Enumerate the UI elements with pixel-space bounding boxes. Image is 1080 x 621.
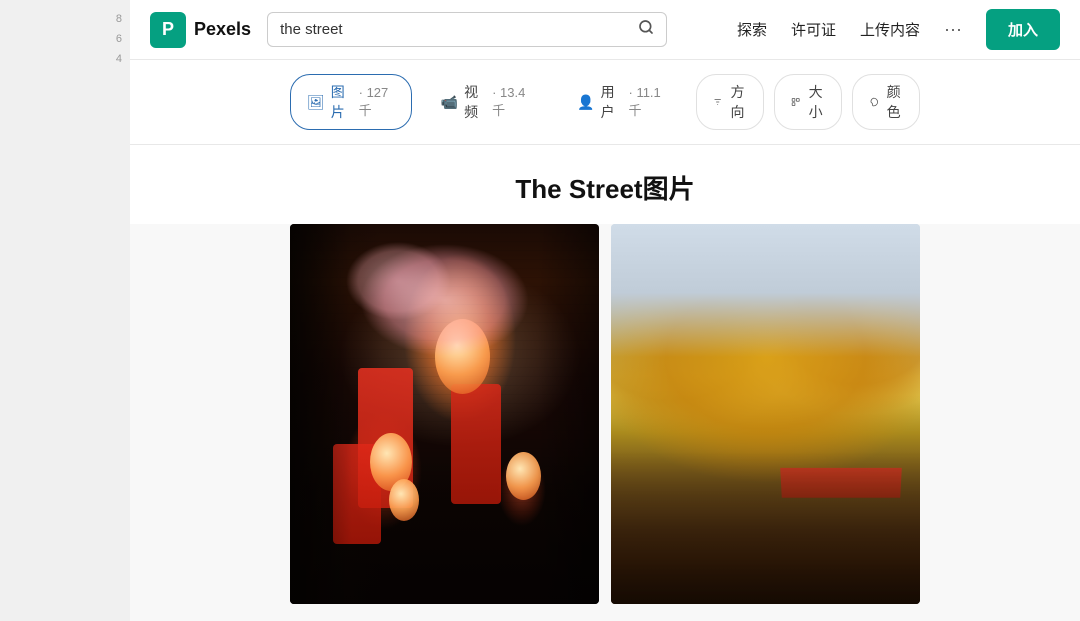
logo-text: Pexels xyxy=(194,19,251,40)
lantern-4 xyxy=(389,479,419,521)
line-number-8: 8 xyxy=(116,10,130,28)
color-label: 颜色 xyxy=(884,82,903,122)
logo-icon: P xyxy=(150,12,186,48)
tab-videos-count: · 13.4 千 xyxy=(492,85,531,119)
nav-explore[interactable]: 探索 xyxy=(737,19,767,40)
lantern-2 xyxy=(370,433,412,491)
tab-users-count: · 11.1 千 xyxy=(629,85,667,119)
tab-videos[interactable]: 📹 视频 · 13.4 千 xyxy=(424,74,548,130)
image-card-japan[interactable] xyxy=(290,224,599,604)
nav-upload[interactable]: 上传内容 xyxy=(860,19,920,40)
image-card-autumn[interactable] xyxy=(611,224,920,604)
search-bar[interactable] xyxy=(267,12,667,47)
japan-street-image xyxy=(290,224,599,604)
direction-label: 方向 xyxy=(728,82,747,122)
nav-more[interactable]: ··· xyxy=(944,19,962,40)
tab-images[interactable]: 🖼 图片 · 127 千 xyxy=(290,74,412,130)
filter-right: 方向 大小 颜色 xyxy=(696,74,920,130)
nav-links: 探索 许可证 上传内容 ··· 加入 xyxy=(737,9,1060,50)
search-input[interactable] xyxy=(280,21,638,38)
line-number-6: 6 xyxy=(116,30,130,48)
video-icon: 📹 xyxy=(441,94,458,111)
red-sign-1 xyxy=(358,368,413,508)
sidebar-numbers: 8 6 4 xyxy=(0,0,130,621)
nav-license[interactable]: 许可证 xyxy=(791,19,836,40)
lantern-3 xyxy=(506,452,541,500)
size-filter-button[interactable]: 大小 xyxy=(774,74,842,130)
autumn-roof xyxy=(780,467,902,497)
tab-users[interactable]: 👤 用户 · 11.1 千 xyxy=(560,74,684,130)
image-grid xyxy=(130,224,1080,604)
tab-users-label: 用户 xyxy=(601,82,623,122)
tab-images-label: 图片 xyxy=(331,82,353,122)
size-label: 大小 xyxy=(806,82,825,122)
page-title-area: The Street图片 xyxy=(130,145,1080,224)
tab-images-count: · 127 千 xyxy=(359,85,395,119)
page-title: The Street图片 xyxy=(130,169,1080,206)
user-icon: 👤 xyxy=(577,94,594,111)
filter-bar: 🖼 图片 · 127 千 📹 视频 · 13.4 千 👤 用户 · 11.1 千 xyxy=(130,60,1080,145)
search-button[interactable] xyxy=(638,19,654,40)
join-button[interactable]: 加入 xyxy=(986,9,1060,50)
lantern-1 xyxy=(435,319,490,394)
navbar: P Pexels 探索 许可证 上传内容 ··· 加入 xyxy=(130,0,1080,60)
image-column-left xyxy=(290,224,599,604)
images-icon: 🖼 xyxy=(307,94,325,111)
logo-area[interactable]: P Pexels xyxy=(150,12,251,48)
direction-filter-button[interactable]: 方向 xyxy=(696,74,764,130)
line-number-4: 4 xyxy=(116,50,130,68)
red-sign-3 xyxy=(333,444,381,544)
color-filter-button[interactable]: 颜色 xyxy=(852,74,920,130)
tab-videos-label: 视频 xyxy=(464,82,486,122)
image-column-right xyxy=(611,224,920,604)
autumn-trees-image xyxy=(611,224,920,604)
red-sign-2 xyxy=(451,384,501,504)
